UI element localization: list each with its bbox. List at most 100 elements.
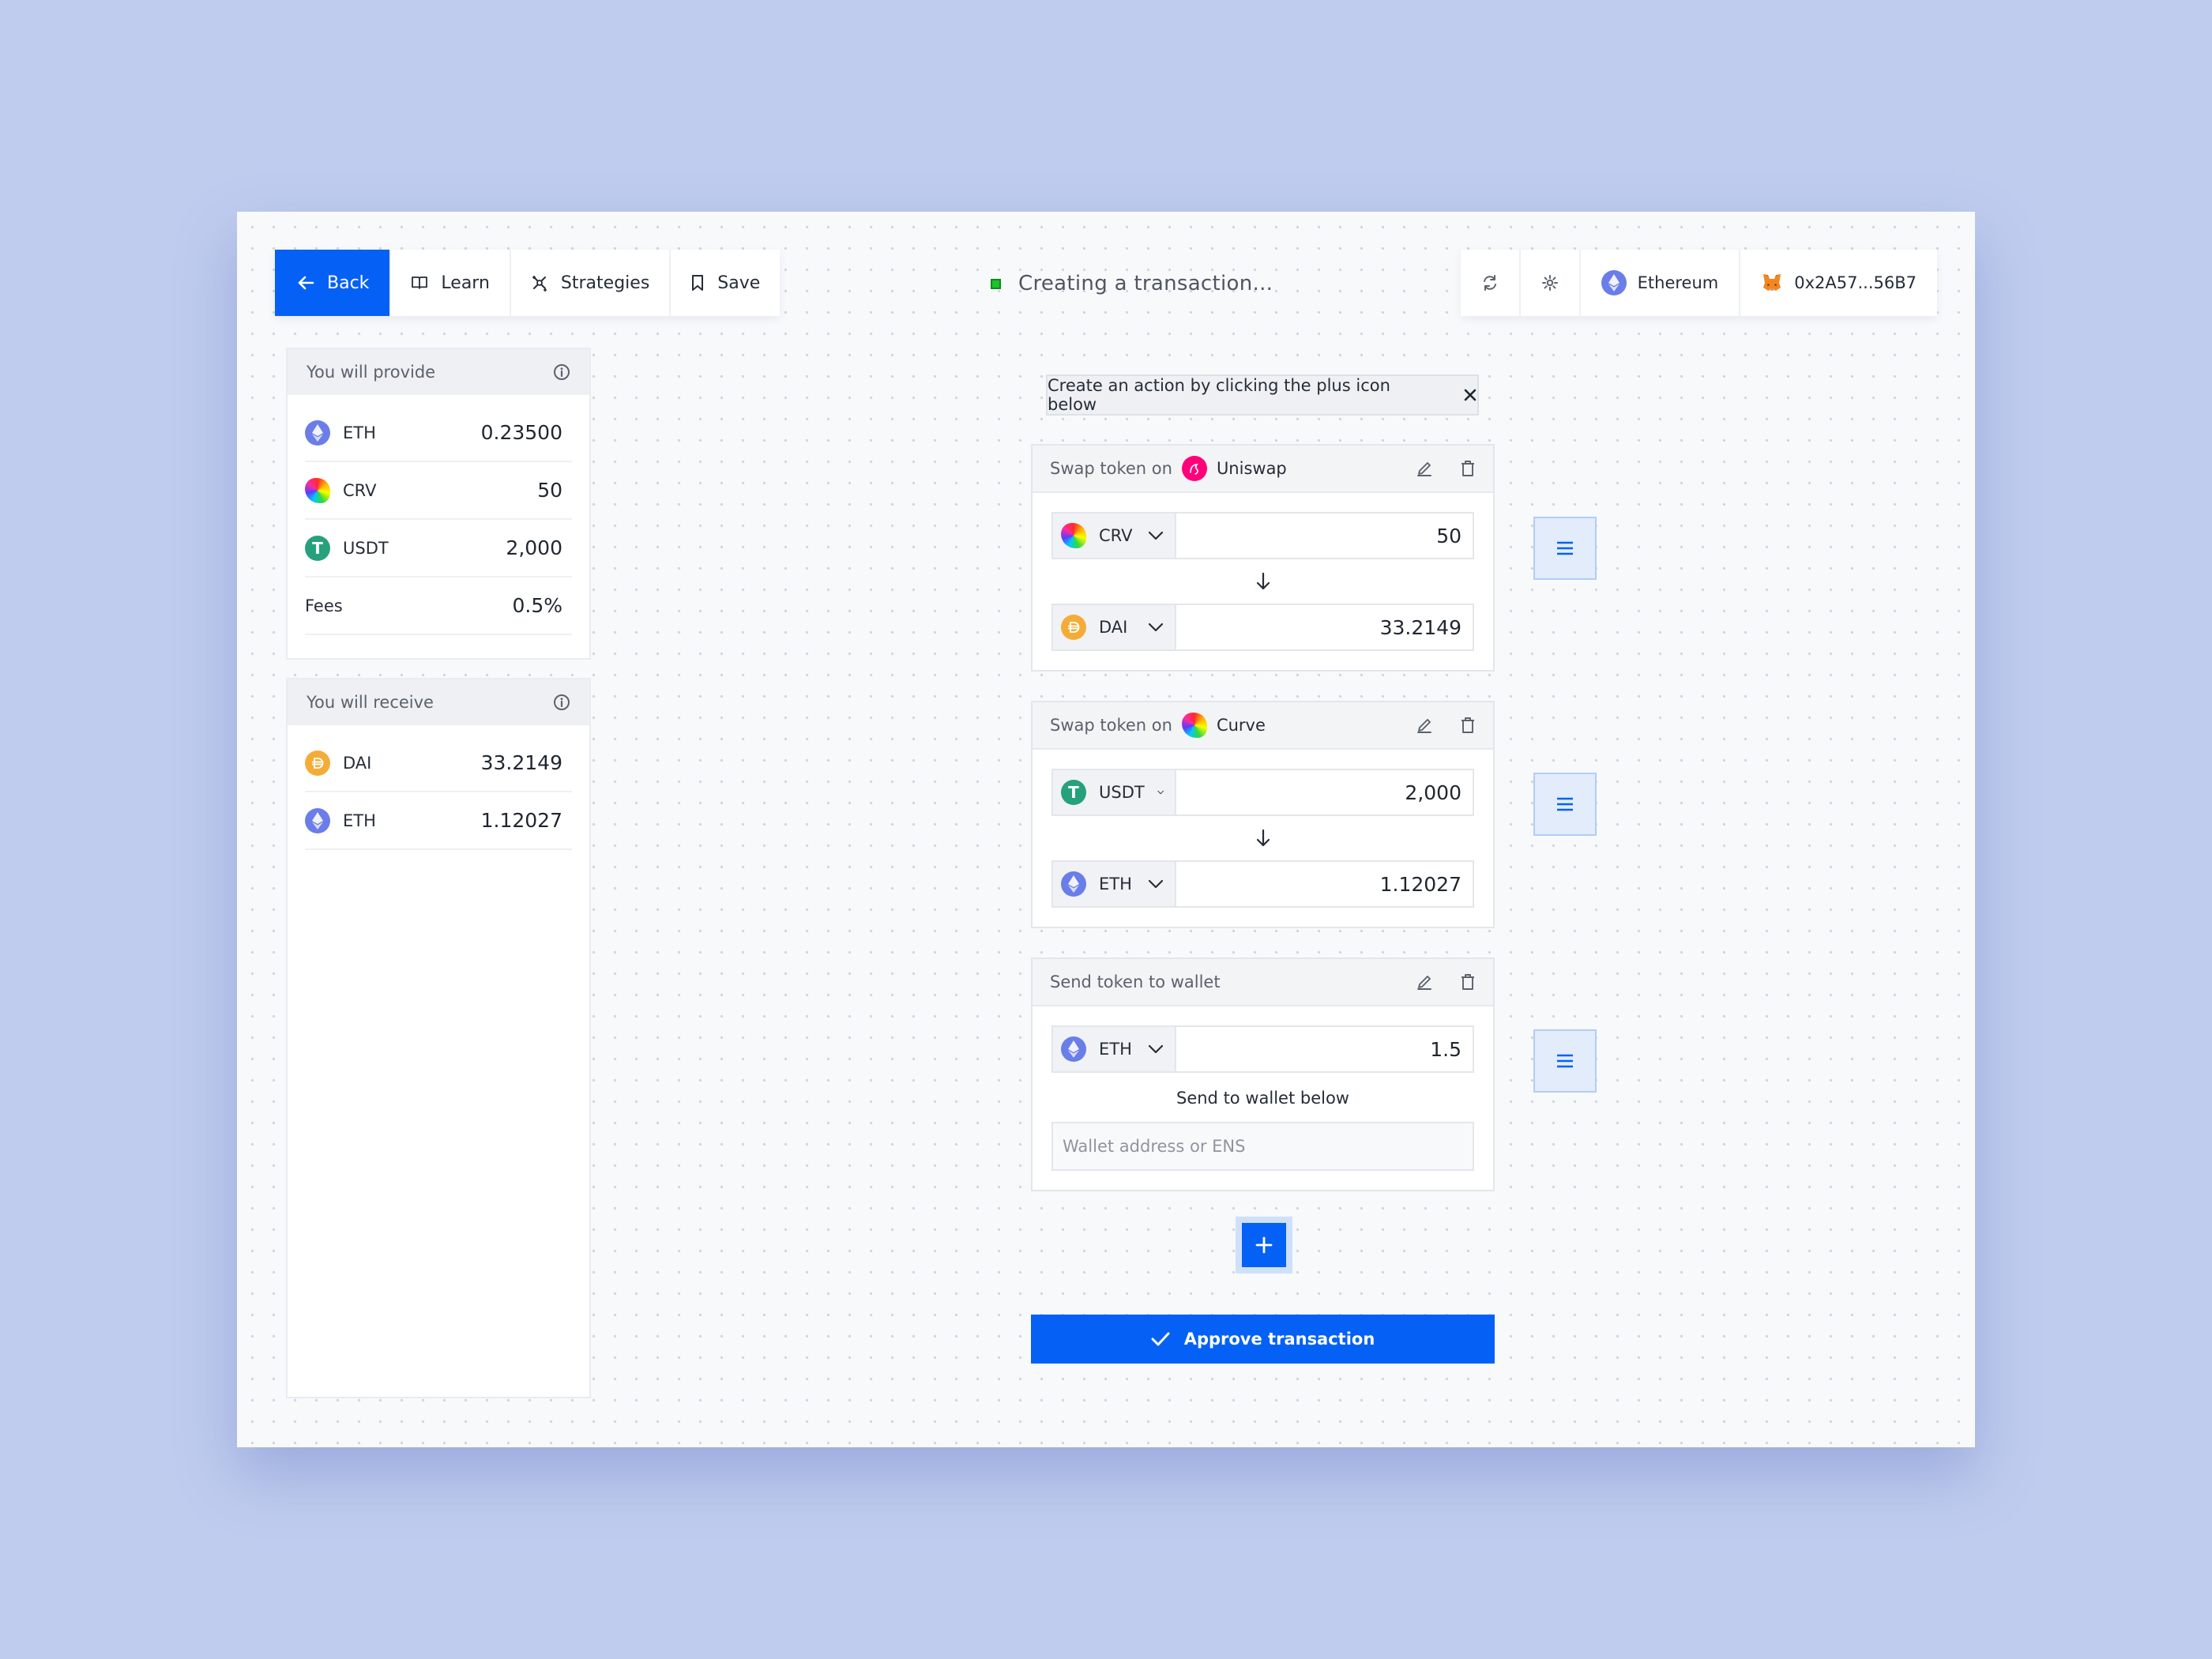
token-symbol: DAI	[1099, 618, 1128, 637]
eth-icon	[305, 419, 330, 446]
edit-icon[interactable]	[1416, 460, 1433, 477]
settings-button[interactable]	[1521, 250, 1581, 316]
amount-input[interactable]: 50	[1176, 514, 1473, 558]
network-selector[interactable]: Ethereum	[1581, 250, 1741, 316]
crv-icon	[305, 477, 330, 503]
fees-label: Fees	[305, 596, 343, 615]
hint-text: Create an action by clicking the plus ic…	[1048, 376, 1390, 414]
chevron-down-icon	[1148, 623, 1164, 632]
usdt-icon: T	[305, 535, 330, 561]
token-amount: 50	[537, 479, 562, 502]
usdt-icon: T	[1061, 780, 1086, 805]
receive-panel-header: You will receive	[288, 679, 589, 725]
arrow-down-icon	[1256, 572, 1270, 590]
save-button[interactable]: Save	[671, 250, 780, 316]
drag-handle[interactable]	[1533, 517, 1597, 580]
top-nav: Back Learn Strategies Save	[275, 250, 781, 316]
action-card-header: Swap token on Uniswap	[1033, 446, 1493, 493]
metamask-fox-icon	[1762, 274, 1782, 291]
edit-icon[interactable]	[1416, 973, 1433, 991]
action-card-curve: Swap token on Curve T USDT 2,000 ETH 1.1…	[1031, 701, 1495, 928]
strategies-button[interactable]: Strategies	[511, 250, 672, 316]
add-action-wrapper	[1236, 1217, 1292, 1273]
amount-output: 1.12027	[1379, 872, 1462, 896]
from-token-row: CRV 50	[1051, 512, 1474, 559]
token-dropdown[interactable]: T USDT	[1053, 770, 1176, 814]
eth-icon	[305, 807, 330, 833]
action-card-header: Swap token on Curve	[1033, 702, 1493, 750]
receive-panel-title: You will receive	[307, 693, 434, 712]
gear-icon	[1541, 275, 1558, 291]
edit-icon[interactable]	[1416, 717, 1433, 734]
token-dropdown[interactable]: CRV	[1053, 514, 1176, 558]
hint-banner: Create an action by clicking the plus ic…	[1046, 374, 1479, 416]
action-title: Send token to wallet	[1050, 972, 1221, 991]
ethereum-icon	[1601, 270, 1627, 295]
refresh-button[interactable]	[1461, 250, 1521, 316]
trash-icon[interactable]	[1460, 717, 1476, 734]
learn-button[interactable]: Learn	[391, 250, 511, 316]
token-dropdown[interactable]: ETH	[1053, 1027, 1176, 1071]
token-symbol: USDT	[343, 538, 389, 558]
status-text: Creating a transaction...	[1018, 272, 1273, 295]
receive-panel: You will receive DAI 33.2149 ETH 1.12027	[286, 678, 591, 1398]
token-symbol: ETH	[343, 811, 376, 830]
action-card-send: Send token to wallet ETH 1.5 Send to wal…	[1031, 957, 1495, 1191]
approve-transaction-button[interactable]: Approve transaction	[1031, 1315, 1495, 1364]
back-button[interactable]: Back	[275, 250, 392, 316]
eth-icon	[1061, 1036, 1086, 1062]
provide-row-usdt: T USDT 2,000	[305, 520, 572, 577]
trash-icon[interactable]	[1460, 973, 1476, 991]
action-card-header: Send token to wallet	[1033, 959, 1493, 1006]
drag-handle[interactable]	[1533, 773, 1597, 836]
action-card-uniswap: Swap token on Uniswap CRV 50 DAI 33.2149	[1031, 444, 1495, 672]
wallet-address: 0x2A57...56B7	[1794, 273, 1917, 292]
close-icon[interactable]	[1463, 388, 1477, 402]
from-token-row: T USDT 2,000	[1051, 769, 1474, 816]
provide-panel: You will provide ETH 0.23500 CRV 50 T US…	[286, 348, 591, 660]
trash-icon[interactable]	[1460, 460, 1476, 477]
transaction-status: Creating a transaction...	[991, 272, 1273, 295]
wallet-address-input[interactable]	[1051, 1122, 1474, 1171]
token-symbol: ETH	[343, 423, 376, 442]
menu-icon	[1557, 1054, 1573, 1068]
protocol-name: Curve	[1216, 716, 1266, 735]
token-amount: 2,000	[506, 536, 562, 559]
save-label: Save	[717, 273, 761, 293]
provide-row-eth: ETH 0.23500	[305, 404, 572, 462]
approve-label: Approve transaction	[1183, 1330, 1375, 1349]
send-to-wallet-label: Send to wallet below	[1176, 1089, 1349, 1108]
dai-icon	[305, 750, 330, 776]
token-symbol: ETH	[1099, 1040, 1132, 1059]
arrow-down-icon	[1256, 829, 1270, 847]
to-token-row: ETH 1.12027	[1051, 860, 1474, 908]
eth-icon	[1061, 871, 1086, 897]
strategies-label: Strategies	[560, 273, 650, 293]
wallet-button[interactable]: 0x2A57...56B7	[1740, 250, 1937, 316]
bookmark-icon	[692, 275, 704, 291]
token-symbol: CRV	[1099, 526, 1133, 545]
chevron-down-icon	[1157, 790, 1164, 795]
chevron-down-icon	[1148, 879, 1164, 889]
info-icon[interactable]	[553, 694, 570, 711]
info-icon[interactable]	[553, 363, 570, 381]
dai-icon	[1061, 615, 1086, 640]
action-title: Swap token on	[1050, 716, 1172, 735]
drag-handle[interactable]	[1533, 1029, 1597, 1093]
token-dropdown[interactable]: DAI	[1053, 605, 1176, 649]
chevron-down-icon	[1148, 531, 1164, 540]
amount-input[interactable]: 1.5	[1176, 1027, 1473, 1071]
token-amount: 0.23500	[480, 421, 562, 444]
learn-label: Learn	[441, 273, 490, 293]
menu-icon	[1557, 797, 1573, 811]
amount-input[interactable]: 2,000	[1176, 770, 1473, 814]
to-token-row: DAI 33.2149	[1051, 604, 1474, 651]
book-icon	[412, 276, 428, 289]
chevron-down-icon	[1148, 1044, 1164, 1054]
plus-icon	[1255, 1236, 1273, 1254]
token-amount: 33.2149	[480, 751, 562, 774]
token-dropdown[interactable]: ETH	[1053, 862, 1176, 906]
status-indicator	[991, 278, 1001, 289]
add-action-button[interactable]	[1242, 1223, 1286, 1267]
curve-icon	[1181, 713, 1207, 738]
